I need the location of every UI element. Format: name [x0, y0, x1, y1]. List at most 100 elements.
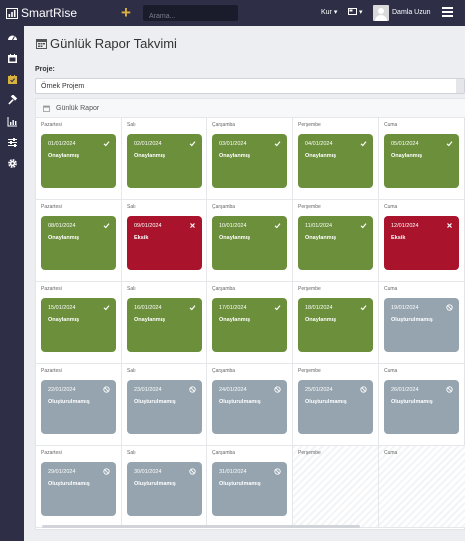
day-report-tile[interactable]: 11/01/2024 Onaylanmış — [298, 216, 373, 270]
project-select[interactable]: Örnek Projem — [35, 78, 465, 94]
weekday-label: Perşembe — [298, 450, 321, 456]
day-report-tile[interactable]: 18/01/2024 Onaylanmış — [298, 298, 373, 352]
report-date: 12/01/2024 — [391, 223, 419, 229]
app-logo[interactable]: SmartRise — [6, 5, 77, 21]
plus-icon[interactable]: + — [121, 4, 131, 21]
day-report-tile[interactable]: 30/01/2024 Oluşturulmamış — [127, 462, 202, 516]
day-report-tile[interactable]: 02/01/2024 Onaylanmış — [127, 134, 202, 188]
calendar-cell: Çarşamba 24/01/2024 Oluşturulmamış — [207, 364, 293, 446]
report-date: 25/01/2024 — [305, 387, 333, 393]
check-icon — [274, 304, 281, 311]
ban-icon — [446, 386, 453, 393]
calendar-cell: Pazartesi 22/01/2024 Oluşturulmamış — [36, 364, 122, 446]
chart-icon — [7, 116, 17, 126]
day-report-tile[interactable]: 29/01/2024 Oluşturulmamış — [41, 462, 116, 516]
report-date: 17/01/2024 — [219, 305, 247, 311]
day-report-tile[interactable]: 23/01/2024 Oluşturulmamış — [127, 380, 202, 434]
calendar-cell: Cuma 05/01/2024 Onaylanmış — [379, 118, 465, 200]
sidebar — [0, 26, 24, 541]
report-date: 15/01/2024 — [48, 305, 76, 311]
report-status: Oluşturulmamış — [219, 481, 261, 487]
day-report-tile[interactable]: 17/01/2024 Onaylanmış — [212, 298, 287, 352]
calendar-cell: Cuma 26/01/2024 Oluşturulmamış — [379, 364, 465, 446]
calendar-cell: Çarşamba 03/01/2024 Onaylanmış — [207, 118, 293, 200]
day-report-tile[interactable]: 05/01/2024 Onaylanmış — [384, 134, 459, 188]
day-report-tile[interactable]: 15/01/2024 Onaylanmış — [41, 298, 116, 352]
sliders-icon — [7, 137, 17, 147]
project-label: Proje: — [35, 66, 55, 73]
weekday-label: Salı — [127, 122, 136, 128]
sidebar-item-dashboard[interactable] — [0, 29, 24, 45]
report-status: Oluşturulmamış — [391, 317, 433, 323]
day-report-tile[interactable]: 22/01/2024 Oluşturulmamış — [41, 380, 116, 434]
report-status: Onaylanmış — [48, 235, 80, 241]
check-icon — [360, 304, 367, 311]
weekday-label: Çarşamba — [212, 204, 236, 210]
day-report-tile[interactable]: 26/01/2024 Oluşturulmamış — [384, 380, 459, 434]
close-icon — [189, 222, 196, 229]
day-report-tile[interactable]: 10/01/2024 Onaylanmış — [212, 216, 287, 270]
sidebar-item-settings-list[interactable] — [0, 134, 24, 150]
report-date: 30/01/2024 — [134, 469, 162, 475]
calendar-cell: Çarşamba 17/01/2024 Onaylanmış — [207, 282, 293, 364]
report-date: 19/01/2024 — [391, 305, 419, 311]
check-icon — [360, 222, 367, 229]
check-icon — [189, 304, 196, 311]
ban-icon — [189, 386, 196, 393]
day-report-tile[interactable]: 12/01/2024 Eksik — [384, 216, 459, 270]
day-report-tile[interactable]: 04/01/2024 Onaylanmış — [298, 134, 373, 188]
calendar-cell: Pazartesi 08/01/2024 Onaylanmış — [36, 200, 122, 282]
check-icon — [189, 140, 196, 147]
report-status: Oluşturulmamış — [48, 481, 90, 487]
calendar-cell: Salı 30/01/2024 Oluşturulmamış — [122, 446, 207, 528]
check-icon — [103, 222, 110, 229]
sidebar-item-settings[interactable] — [0, 155, 24, 171]
language-dropdown[interactable]: ▾ — [348, 8, 362, 16]
horizontal-scrollbar[interactable] — [42, 525, 360, 528]
check-icon — [274, 140, 281, 147]
report-status: Oluşturulmamış — [134, 399, 176, 405]
sidebar-item-calendar[interactable] — [0, 50, 24, 66]
ban-icon — [274, 386, 281, 393]
report-date: 23/01/2024 — [134, 387, 162, 393]
check-icon — [360, 140, 367, 147]
search-input[interactable] — [143, 8, 238, 25]
day-report-tile[interactable]: 31/01/2024 Oluşturulmamış — [212, 462, 287, 516]
user-name[interactable]: Damla Uzun — [392, 9, 431, 16]
report-status: Onaylanmış — [48, 317, 80, 323]
day-report-tile[interactable]: 19/01/2024 Oluşturulmamış — [384, 298, 459, 352]
report-status: Oluşturulmamış — [219, 399, 261, 405]
avatar[interactable] — [373, 5, 389, 21]
select-caret[interactable] — [456, 79, 464, 93]
hamburger-icon[interactable] — [442, 7, 453, 17]
day-report-tile[interactable]: 09/01/2024 Eksik — [127, 216, 202, 270]
report-date: 16/01/2024 — [134, 305, 162, 311]
sidebar-item-reports[interactable] — [0, 113, 24, 129]
day-report-tile[interactable]: 08/01/2024 Onaylanmış — [41, 216, 116, 270]
page-title: Günlük Rapor Takvimi — [36, 36, 177, 51]
report-date: 29/01/2024 — [48, 469, 76, 475]
weekday-label: Salı — [127, 204, 136, 210]
day-report-tile[interactable]: 25/01/2024 Oluşturulmamış — [298, 380, 373, 434]
page-title-text: Günlük Rapor Takvimi — [50, 36, 177, 51]
logo-chart-icon — [6, 7, 18, 19]
currency-dropdown[interactable]: Kur ▾ — [321, 8, 337, 16]
sidebar-item-tools[interactable] — [0, 92, 24, 108]
search-box[interactable] — [143, 5, 238, 25]
report-date: 24/01/2024 — [219, 387, 247, 393]
weekday-label: Cuma — [384, 122, 398, 128]
report-status: Onaylanmış — [219, 153, 251, 159]
sidebar-item-daily-report[interactable] — [0, 71, 24, 87]
calendar-cell: Çarşamba 31/01/2024 Oluşturulmamış — [207, 446, 293, 528]
day-report-tile[interactable]: 03/01/2024 Onaylanmış — [212, 134, 287, 188]
weekday-label: Cuma — [384, 204, 398, 210]
weekday-label: Perşembe — [298, 286, 321, 292]
day-report-tile[interactable]: 16/01/2024 Onaylanmış — [127, 298, 202, 352]
calendar-cell: Pazartesi 01/01/2024 Onaylanmış — [36, 118, 122, 200]
report-status: Onaylanmış — [305, 153, 337, 159]
report-date: 01/01/2024 — [48, 141, 76, 147]
day-report-tile[interactable]: 24/01/2024 Oluşturulmamış — [212, 380, 287, 434]
ban-icon — [103, 468, 110, 475]
day-report-tile[interactable]: 01/01/2024 Onaylanmış — [41, 134, 116, 188]
report-status: Onaylanmış — [305, 317, 337, 323]
